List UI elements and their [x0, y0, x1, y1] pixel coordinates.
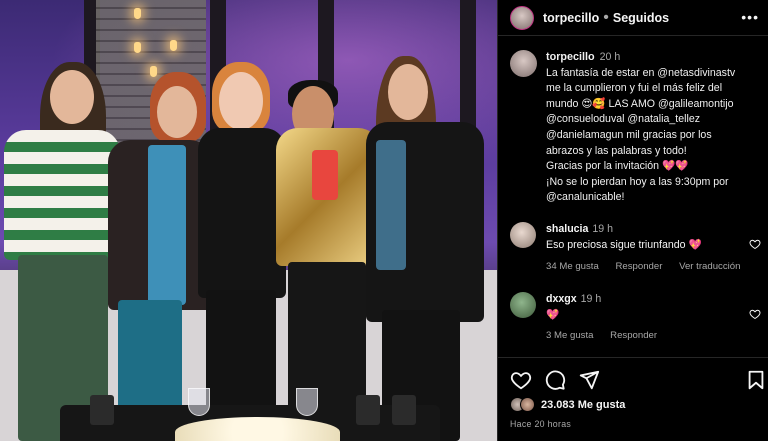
reply-button[interactable]: Responder: [610, 330, 657, 341]
comment-likes[interactable]: 34 Me gusta: [546, 261, 599, 272]
more-options-icon[interactable]: •••: [741, 9, 759, 25]
translate-button[interactable]: Ver traducción: [679, 261, 740, 272]
mug: [90, 395, 114, 425]
comment-like-icon[interactable]: [749, 238, 761, 250]
light-bulb: [150, 66, 157, 77]
comment-like-icon[interactable]: [749, 308, 761, 320]
comment-time: 19 h: [592, 223, 614, 235]
caption-line: abrazos y las palabras y todo!: [546, 144, 687, 157]
separator-dot: •: [603, 8, 609, 26]
comment-avatar[interactable]: [510, 222, 536, 248]
comment-body: dxxgx 19 h 💖: [546, 292, 746, 323]
post-actions: 23.083 Me gusta Hace 20 horas: [498, 357, 768, 441]
comment-text: 💖: [546, 308, 560, 321]
header-username[interactable]: torpecillo: [543, 11, 599, 25]
comment-meta: 34 Me gusta Responder Ver traducción: [546, 261, 754, 272]
share-icon[interactable]: [578, 369, 600, 391]
caption-line: ¡No se lo pierdan hoy a las 9:30pm por: [546, 175, 729, 188]
heart-icon[interactable]: [510, 369, 532, 391]
wine-glass: [188, 388, 210, 416]
post-photo[interactable]: [0, 0, 497, 441]
caption-line: La fantasía de estar en @netasdivinastv: [546, 66, 736, 79]
post-header: torpecillo • Seguidos •••: [498, 0, 768, 36]
caption-line: mundo 😍🥰 LAS AMO @galileamontijo: [546, 97, 734, 110]
mug: [392, 395, 416, 425]
comment-username[interactable]: shalucia: [546, 223, 588, 235]
comment-body: shalucia 19 h Eso preciosa sigue triunfan…: [546, 222, 746, 253]
reply-button[interactable]: Responder: [615, 261, 662, 272]
comment-meta: 3 Me gusta Responder: [546, 330, 671, 341]
wine-glass: [296, 388, 318, 416]
caption-line: me la cumplieron y fui el más feliz del: [546, 82, 723, 95]
bookmark-icon[interactable]: [745, 369, 767, 391]
popcorn-bowl: [175, 417, 340, 441]
caption-time: 20 h: [599, 51, 621, 63]
caption-username[interactable]: torpecillo: [546, 51, 595, 63]
mug: [356, 395, 380, 425]
comment-username[interactable]: dxxgx: [546, 293, 577, 305]
avatar[interactable]: [510, 5, 534, 30]
light-bulb: [134, 8, 141, 19]
likes-summary[interactable]: 23.083 Me gusta: [510, 397, 625, 412]
likes-count[interactable]: 23.083 Me gusta: [541, 399, 625, 411]
comment-avatar[interactable]: [510, 292, 536, 318]
caption-line: @danielamagun mil gracias por los: [546, 128, 712, 141]
light-bulb: [134, 42, 141, 53]
comment-icon[interactable]: [544, 369, 566, 391]
comment-text: Eso preciosa sigue triunfando 💖: [546, 238, 702, 251]
caption-avatar[interactable]: [510, 50, 537, 77]
caption-text: torpecillo 20 h La fantasía de estar en @…: [546, 50, 760, 206]
light-bulb: [170, 40, 177, 51]
comment-time: 19 h: [580, 293, 602, 305]
caption-line: @canalunicable!: [546, 191, 625, 204]
comment-likes[interactable]: 3 Me gusta: [546, 330, 593, 341]
caption-line: Gracias por la invitación 💖💖: [546, 160, 689, 173]
liker-avatar: [520, 397, 535, 412]
post-timestamp: Hace 20 horas: [510, 419, 572, 429]
caption-line: @consueloduval @natalia_tellez: [546, 113, 701, 126]
post-sidebar: torpecillo • Seguidos ••• torpecillo 20 h…: [497, 0, 768, 441]
follow-button[interactable]: Seguidos: [613, 11, 669, 25]
